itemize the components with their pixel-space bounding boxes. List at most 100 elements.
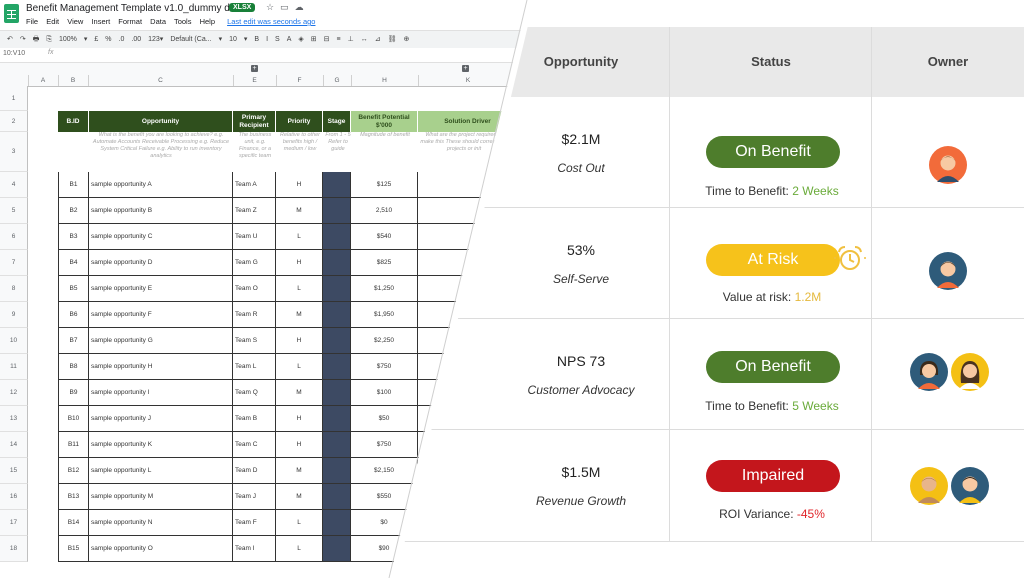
header-recipient[interactable]: Primary Recipient	[233, 111, 276, 132]
cell-reference-box[interactable]: 10:V10	[3, 50, 25, 57]
table-cell[interactable]: sample opportunity N	[89, 510, 233, 536]
table-cell[interactable]: $100	[351, 380, 418, 406]
status-pill-on-benefit[interactable]: On Benefit	[706, 136, 840, 168]
rotate-icon[interactable]: ⊿	[375, 31, 381, 48]
row-header[interactable]: 16	[0, 484, 28, 510]
owner-avatar[interactable]	[910, 467, 948, 505]
header-benefit[interactable]: Benefit Potential $'000	[351, 111, 418, 132]
owner-avatar[interactable]	[951, 353, 989, 391]
table-cell[interactable]: sample opportunity L	[89, 458, 233, 484]
table-cell[interactable]: B8	[58, 354, 89, 380]
increase-decimal-button[interactable]: .00	[131, 31, 141, 48]
table-cell[interactable]: H	[276, 432, 323, 458]
table-cell[interactable]: $125	[351, 172, 418, 198]
table-cell[interactable]	[323, 224, 351, 250]
table-cell[interactable]: sample opportunity J	[89, 406, 233, 432]
column-header[interactable]: F	[276, 75, 324, 86]
status-pill-on-benefit[interactable]: On Benefit	[706, 351, 840, 383]
table-cell[interactable]: M	[276, 302, 323, 328]
row-header[interactable]: 18	[0, 536, 28, 562]
table-cell[interactable]: B12	[58, 458, 89, 484]
table-cell[interactable]: B14	[58, 510, 89, 536]
menu-format[interactable]: Format	[118, 17, 142, 26]
table-cell[interactable]: $825	[351, 250, 418, 276]
row-header[interactable]: 12	[0, 380, 28, 406]
row-header[interactable]: 10	[0, 328, 28, 354]
menu-help[interactable]: Help	[200, 17, 215, 26]
owner-avatar[interactable]	[910, 353, 948, 391]
row-header[interactable]: 7	[0, 250, 28, 276]
menu-edit[interactable]: Edit	[46, 17, 59, 26]
table-cell[interactable]: sample opportunity M	[89, 484, 233, 510]
font-size-dropdown-icon[interactable]: ▾	[244, 31, 248, 48]
desc-benefit[interactable]: Magnitude of benefit	[352, 132, 418, 172]
last-edit-link[interactable]: Last edit was seconds ago	[227, 17, 315, 26]
row-header[interactable]: 13	[0, 406, 28, 432]
table-cell[interactable]: L	[276, 510, 323, 536]
status-pill-at-risk[interactable]: At Risk	[706, 244, 840, 276]
column-header[interactable]: G	[323, 75, 352, 86]
valign-icon[interactable]: ⊥	[348, 31, 354, 48]
owner-avatar[interactable]	[929, 252, 967, 290]
row-header[interactable]: 1	[0, 86, 28, 111]
merge-cells-icon[interactable]: ⊟	[324, 31, 330, 48]
expand-group-icon[interactable]: +	[251, 65, 258, 72]
table-cell[interactable]: sample opportunity F	[89, 302, 233, 328]
row-header[interactable]: 3	[0, 132, 28, 172]
table-cell[interactable]: $540	[351, 224, 418, 250]
expand-group-icon[interactable]: +	[462, 65, 469, 72]
table-cell[interactable]	[323, 302, 351, 328]
table-cell[interactable]: sample opportunity O	[89, 536, 233, 562]
currency-button[interactable]: £	[94, 31, 98, 48]
table-cell[interactable]: sample opportunity G	[89, 328, 233, 354]
paint-format-icon[interactable]: ⎘	[46, 31, 52, 48]
table-cell[interactable]: sample opportunity H	[89, 354, 233, 380]
wrap-icon[interactable]: ↔	[361, 31, 368, 48]
table-cell[interactable]	[323, 484, 351, 510]
table-cell[interactable]	[323, 380, 351, 406]
table-cell[interactable]	[323, 276, 351, 302]
row-header[interactable]: 5	[0, 198, 28, 224]
table-cell[interactable]: $550	[351, 484, 418, 510]
zoom-dropdown-icon[interactable]: ▾	[84, 31, 88, 48]
table-cell[interactable]: L	[276, 536, 323, 562]
number-format-select[interactable]: 123▾	[148, 31, 163, 48]
strikethrough-button[interactable]: S	[275, 31, 280, 48]
star-icon[interactable]: ☆	[266, 2, 280, 12]
select-all-corner[interactable]	[0, 75, 29, 86]
table-cell[interactable]: B1	[58, 172, 89, 198]
undo-icon[interactable]: ↶	[7, 31, 13, 48]
table-cell[interactable]: Team D	[233, 458, 276, 484]
table-cell[interactable]: sample opportunity B	[89, 198, 233, 224]
table-cell[interactable]: $1,250	[351, 276, 418, 302]
text-color-button[interactable]: A	[287, 31, 292, 48]
table-cell[interactable]: B5	[58, 276, 89, 302]
bold-button[interactable]: B	[254, 31, 259, 48]
table-cell[interactable]	[323, 406, 351, 432]
table-cell[interactable]	[323, 198, 351, 224]
table-cell[interactable]: sample opportunity I	[89, 380, 233, 406]
table-cell[interactable]: H	[276, 172, 323, 198]
row-header[interactable]: 2	[0, 111, 28, 132]
table-cell[interactable]: $2,150	[351, 458, 418, 484]
table-cell[interactable]: B3	[58, 224, 89, 250]
table-cell[interactable]: B7	[58, 328, 89, 354]
table-cell[interactable]	[323, 172, 351, 198]
table-cell[interactable]: M	[276, 380, 323, 406]
header-stage[interactable]: Stage	[323, 111, 351, 132]
table-cell[interactable]: H	[276, 250, 323, 276]
row-header[interactable]: 6	[0, 224, 28, 250]
document-title[interactable]: Benefit Management Template v1.0_dummy d…	[26, 3, 244, 14]
status-pill-impaired[interactable]: Impaired	[706, 460, 840, 492]
table-cell[interactable]	[323, 458, 351, 484]
table-cell[interactable]	[323, 354, 351, 380]
table-cell[interactable]: Team F	[233, 510, 276, 536]
print-icon[interactable]: 🖶	[33, 31, 40, 48]
italic-button[interactable]: I	[266, 31, 268, 48]
desc-stage[interactable]: From 1 - 5 Refer to guide	[324, 132, 352, 172]
table-cell[interactable]: B13	[58, 484, 89, 510]
zoom-select[interactable]: 100%	[59, 31, 77, 48]
table-cell[interactable]: Team A	[233, 172, 276, 198]
table-cell[interactable]: M	[276, 484, 323, 510]
table-cell[interactable]: $50	[351, 406, 418, 432]
